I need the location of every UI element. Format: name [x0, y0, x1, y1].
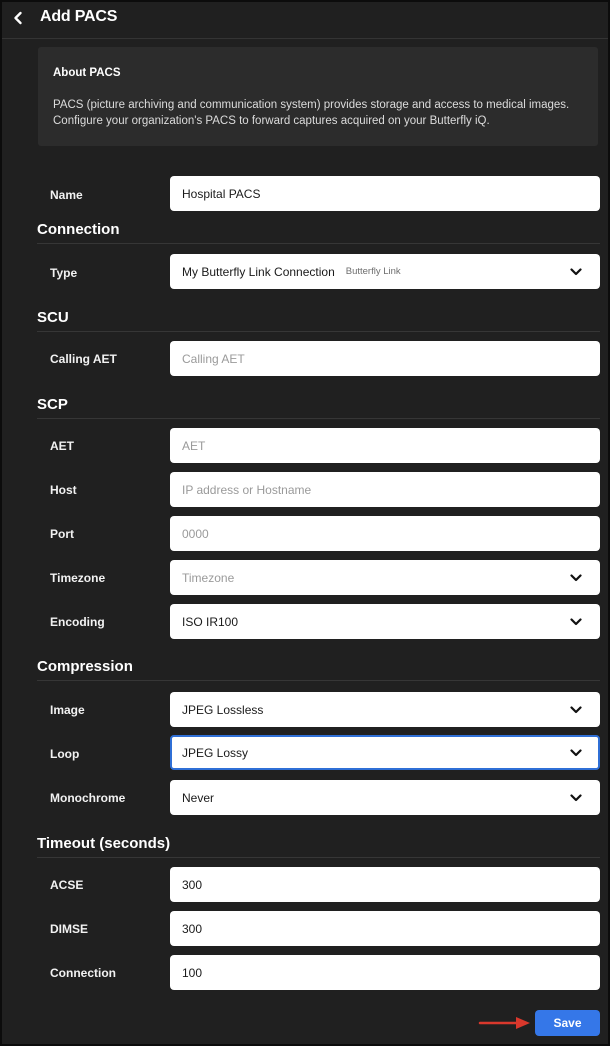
port-label: Port — [50, 527, 74, 541]
host-field[interactable]: IP address or Hostname — [170, 472, 600, 507]
name-value: Hospital PACS — [182, 186, 261, 201]
type-value: My Butterfly Link Connection — [182, 264, 335, 279]
compression-divider — [37, 680, 600, 681]
scp-section-title: SCP — [37, 396, 68, 413]
type-select[interactable]: My Butterfly Link Connection Butterfly L… — [170, 254, 600, 289]
image-compression-value: JPEG Lossless — [182, 702, 264, 717]
calling-aet-field[interactable]: Calling AET — [170, 341, 600, 376]
about-pacs-title: About PACS — [53, 67, 121, 79]
scp-divider — [37, 418, 600, 419]
connection-divider — [37, 243, 600, 244]
compression-section-title: Compression — [37, 658, 133, 675]
encoding-label: Encoding — [50, 615, 105, 629]
scu-section-title: SCU — [37, 309, 69, 326]
acse-field[interactable]: 300 — [170, 867, 600, 902]
acse-label: ACSE — [50, 878, 84, 892]
save-button[interactable]: Save — [535, 1010, 600, 1036]
calling-aet-placeholder: Calling AET — [182, 351, 245, 366]
name-label: Name — [50, 188, 83, 202]
connection-timeout-label: Connection — [50, 966, 116, 980]
chevron-down-icon — [570, 267, 582, 275]
connection-timeout-field[interactable]: 100 — [170, 955, 600, 990]
add-pacs-panel: Add PACS About PACS PACS (picture archiv… — [0, 0, 610, 1046]
type-tag: Butterfly Link — [345, 266, 401, 277]
encoding-select[interactable]: ISO IR100 — [170, 604, 600, 639]
dimse-field[interactable]: 300 — [170, 911, 600, 946]
scu-divider — [37, 331, 600, 332]
timeout-section-title: Timeout (seconds) — [37, 835, 171, 852]
port-field[interactable]: 0000 — [170, 516, 600, 551]
monochrome-select[interactable]: Never — [170, 780, 600, 815]
aet-field[interactable]: AET — [170, 428, 600, 463]
calling-aet-label: Calling AET — [50, 352, 117, 366]
monochrome-label: Monochrome — [50, 791, 126, 805]
timezone-select[interactable]: Timezone — [170, 560, 600, 595]
loop-label: Loop — [50, 747, 80, 761]
loop-compression-value: JPEG Lossy — [182, 745, 249, 760]
connection-section-title: Connection — [37, 221, 120, 238]
type-label: Type — [50, 266, 78, 280]
host-label: Host — [50, 483, 77, 497]
page-header: Add PACS — [2, 2, 608, 39]
connection-timeout-value: 100 — [182, 965, 203, 980]
acse-value: 300 — [182, 877, 203, 892]
chevron-down-icon — [570, 748, 582, 756]
chevron-down-icon — [570, 573, 582, 581]
monochrome-value: Never — [182, 790, 215, 805]
timezone-placeholder: Timezone — [182, 570, 235, 585]
encoding-value: ISO IR100 — [182, 614, 239, 629]
chevron-down-icon — [570, 793, 582, 801]
dimse-value: 300 — [182, 921, 203, 936]
image-label: Image — [50, 703, 85, 717]
about-pacs-description: PACS (picture archiving and communicatio… — [53, 99, 570, 127]
aet-placeholder: AET — [182, 438, 206, 453]
red-arrow-icon — [478, 1017, 530, 1029]
dimse-label: DIMSE — [50, 922, 89, 936]
chevron-down-icon — [570, 617, 582, 625]
page-title: Add PACS — [40, 8, 118, 25]
port-placeholder: 0000 — [182, 526, 209, 541]
timeout-divider — [37, 857, 600, 858]
chevron-down-icon — [570, 705, 582, 713]
chevron-left-icon[interactable] — [10, 6, 26, 30]
name-field[interactable]: Hospital PACS — [170, 176, 600, 211]
image-compression-select[interactable]: JPEG Lossless — [170, 692, 600, 727]
host-placeholder: IP address or Hostname — [182, 482, 312, 497]
aet-label: AET — [50, 439, 74, 453]
loop-compression-select[interactable]: JPEG Lossy — [170, 735, 600, 770]
timezone-label: Timezone — [50, 571, 106, 585]
about-pacs-card: About PACS PACS (picture archiving and c… — [38, 47, 598, 146]
